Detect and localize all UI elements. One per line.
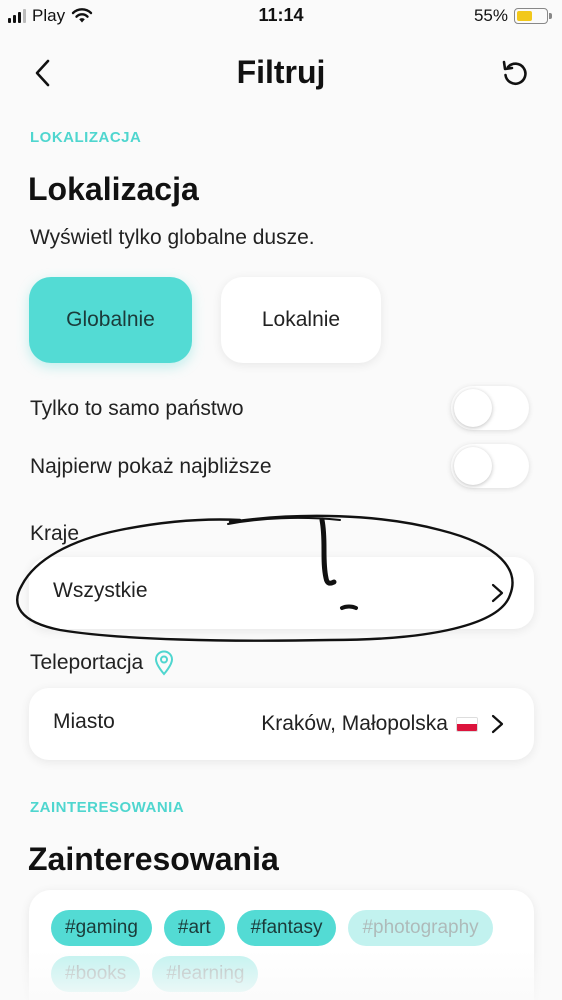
chevron-right-icon [491, 714, 504, 734]
city-label: Miasto [53, 710, 115, 733]
city-value: Kraków, Małopolska [261, 712, 448, 735]
location-pin-icon [155, 650, 174, 676]
nav-bar: Filtruj [0, 50, 562, 96]
nearest-first-label: Najpierw pokaż najbliższe [30, 455, 272, 478]
interest-chip[interactable]: #gaming [51, 910, 152, 946]
page-title: Filtruj [236, 54, 326, 90]
location-title: Lokalizacja [28, 171, 199, 207]
battery-level [517, 11, 533, 21]
interests-section-tag: ZAINTERESOWANIA [30, 799, 185, 816]
city-selector[interactable]: Miasto Kraków, Małopolska [29, 688, 534, 760]
battery-percent: 55% [473, 6, 508, 25]
nearest-first-toggle[interactable] [451, 444, 529, 488]
countries-value: Wszystkie [53, 579, 148, 602]
location-description: Wyświetl tylko globalne dusze. [30, 226, 315, 249]
reset-icon [502, 60, 527, 85]
battery-icon [514, 8, 552, 24]
interest-chip[interactable]: #photography [348, 910, 493, 946]
interest-chip[interactable]: #books [51, 956, 141, 992]
reset-button[interactable] [498, 56, 532, 90]
city-value-wrap: Kraków, Małopolska [261, 712, 478, 736]
location-section-tag: LOKALIZACJA [30, 129, 142, 146]
status-bar-right: 55% [473, 6, 552, 26]
same-country-toggle[interactable] [451, 386, 529, 430]
interests-title: Zainteresowania [28, 841, 279, 877]
chevron-right-icon [491, 583, 504, 603]
interest-chip[interactable]: #learning [152, 956, 259, 992]
teleport-label: Teleportacja [30, 651, 144, 674]
countries-selector[interactable]: Wszystkie [29, 557, 534, 629]
segment-local[interactable]: Lokalnie [221, 277, 381, 363]
poland-flag-icon [456, 716, 478, 732]
teleport-row: Teleportacja [30, 650, 175, 676]
interests-card: #gaming #art #fantasy #photography #book… [29, 890, 534, 1000]
status-bar: Play 11:14 55% [0, 0, 562, 34]
countries-label: Kraje [30, 522, 80, 545]
toggle-knob [454, 389, 492, 427]
interest-chips: #gaming #art #fantasy #photography #book… [51, 910, 521, 992]
segment-global[interactable]: Globalnie [29, 277, 192, 363]
interest-chip[interactable]: #art [163, 910, 225, 946]
toggle-knob [454, 447, 492, 485]
interest-chip[interactable]: #fantasy [236, 910, 337, 946]
same-country-label: Tylko to samo państwo [30, 397, 244, 420]
